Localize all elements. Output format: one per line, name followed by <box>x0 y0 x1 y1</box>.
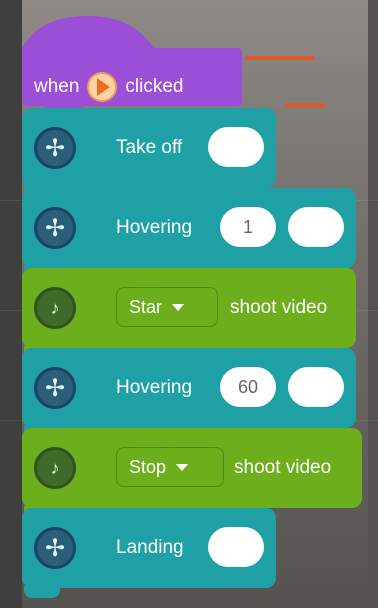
hovering-block[interactable]: ✢ Hovering 1 <box>22 188 356 268</box>
block-label: shoot video <box>234 457 332 478</box>
block-label: Hovering <box>116 217 193 238</box>
landing-block[interactable]: ✢ Landing <box>22 508 276 588</box>
clicked-label: clicked <box>125 76 184 97</box>
block-connector <box>24 586 60 598</box>
dropdown-value: Stop <box>129 456 167 477</box>
duration-input[interactable]: 1 <box>220 207 276 247</box>
camera-icon: ♪ <box>34 287 76 329</box>
shoot-video-block[interactable]: ♪ Stop shoot video <box>22 428 362 508</box>
play-icon[interactable] <box>87 72 118 102</box>
mode-dropdown[interactable]: Star <box>116 287 218 327</box>
chevron-down-icon <box>176 463 189 471</box>
input-slot[interactable] <box>208 127 264 167</box>
take-off-block[interactable]: ✢ Take off <box>22 108 276 188</box>
input-slot[interactable] <box>208 527 264 567</box>
block-label: shoot video <box>230 297 328 318</box>
shoot-video-block[interactable]: ♪ Star shoot video <box>22 268 356 348</box>
mode-dropdown[interactable]: Stop <box>116 447 224 487</box>
background-post <box>0 0 22 608</box>
input-slot[interactable] <box>288 207 344 247</box>
drone-icon: ✢ <box>34 207 76 249</box>
when-clicked-block[interactable]: when clicked <box>22 14 242 110</box>
block-label: Hovering <box>116 377 193 398</box>
block-label: Landing <box>116 537 184 558</box>
chevron-down-icon <box>172 303 185 311</box>
drone-icon: ✢ <box>34 527 76 569</box>
drone-icon: ✢ <box>34 127 76 169</box>
hat-row: when clicked <box>34 72 184 102</box>
block-label: Take off <box>116 137 183 158</box>
background-highlight <box>285 103 325 107</box>
background-post-right <box>368 0 378 608</box>
camera-icon: ♪ <box>34 447 76 489</box>
when-label: when <box>34 76 80 97</box>
dropdown-value: Star <box>129 296 163 317</box>
input-slot[interactable] <box>288 367 344 407</box>
drone-icon: ✢ <box>34 367 76 409</box>
hovering-block[interactable]: ✢ Hovering 60 <box>22 348 356 428</box>
background-highlight <box>245 56 315 60</box>
duration-input[interactable]: 60 <box>220 367 276 407</box>
